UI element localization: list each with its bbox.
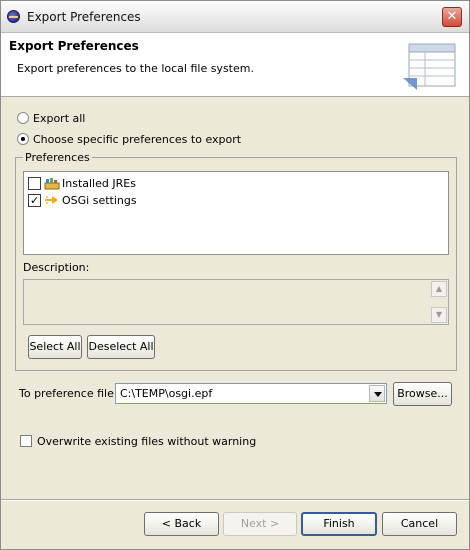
description-label: Description:	[23, 261, 90, 274]
tree-item-osgi-settings[interactable]: OSGi settings	[28, 192, 137, 208]
preferences-tree[interactable]: Installed JREs OSGi settings	[23, 171, 449, 255]
close-button[interactable]: ✕	[442, 7, 462, 27]
page-description: Export preferences to the local file sys…	[17, 62, 254, 75]
eclipse-icon	[7, 10, 20, 23]
osgi-settings-label: OSGi settings	[62, 193, 137, 207]
jre-library-icon	[44, 176, 60, 190]
description-scrollbar[interactable]: ▲ ▼	[431, 281, 447, 323]
scroll-down-icon[interactable]: ▼	[431, 307, 447, 323]
finish-button[interactable]: Finish	[301, 512, 377, 536]
preference-file-value[interactable]: C:\TEMP\osgi.epf	[120, 387, 212, 400]
overwrite-checkbox[interactable]	[20, 435, 32, 447]
window-title: Export Preferences	[27, 10, 141, 24]
chevron-down-icon[interactable]	[369, 385, 385, 402]
deselect-all-button[interactable]: Deselect All	[87, 335, 155, 359]
back-button[interactable]: < Back	[144, 512, 219, 536]
installed-jres-label: Installed JREs	[62, 176, 136, 190]
footer-separator	[1, 499, 469, 501]
title-bar[interactable]: Export Preferences ✕	[1, 1, 469, 33]
select-all-button[interactable]: Select All	[28, 335, 82, 359]
installed-jres-checkbox[interactable]	[28, 176, 41, 190]
overwrite-option[interactable]: Overwrite existing files without warning	[20, 433, 256, 449]
scroll-up-icon[interactable]: ▲	[431, 281, 447, 297]
osgi-settings-checkbox[interactable]	[28, 193, 41, 207]
description-text-area: ▲ ▼	[23, 279, 449, 325]
preference-file-label: To preference file:	[19, 387, 118, 400]
close-icon: ✕	[446, 9, 458, 24]
choose-specific-label: Choose specific preferences to export	[33, 132, 242, 146]
page-title: Export Preferences	[9, 39, 139, 53]
browse-button[interactable]: Browse...	[393, 382, 452, 406]
export-all-label: Export all	[33, 111, 86, 125]
export-all-radio-button[interactable]	[17, 112, 29, 124]
next-button[interactable]: Next >	[223, 512, 297, 536]
preference-file-combo[interactable]: C:\TEMP\osgi.epf	[115, 383, 387, 404]
choose-specific-radio[interactable]: Choose specific preferences to export	[17, 131, 241, 147]
preferences-group-label: Preferences	[23, 151, 92, 164]
osgi-arrow-icon	[44, 193, 60, 207]
choose-specific-radio-button[interactable]	[17, 133, 29, 145]
cancel-button[interactable]: Cancel	[382, 512, 457, 536]
tree-item-installed-jres[interactable]: Installed JREs	[28, 175, 136, 191]
overwrite-label: Overwrite existing files without warning	[37, 434, 257, 448]
wizard-banner: Export Preferences Export preferences to…	[1, 33, 469, 97]
export-all-radio[interactable]: Export all	[17, 110, 85, 126]
export-preferences-dialog: Export Preferences ✕ Export Preferences …	[0, 0, 470, 550]
export-wizard-icon	[403, 43, 456, 90]
